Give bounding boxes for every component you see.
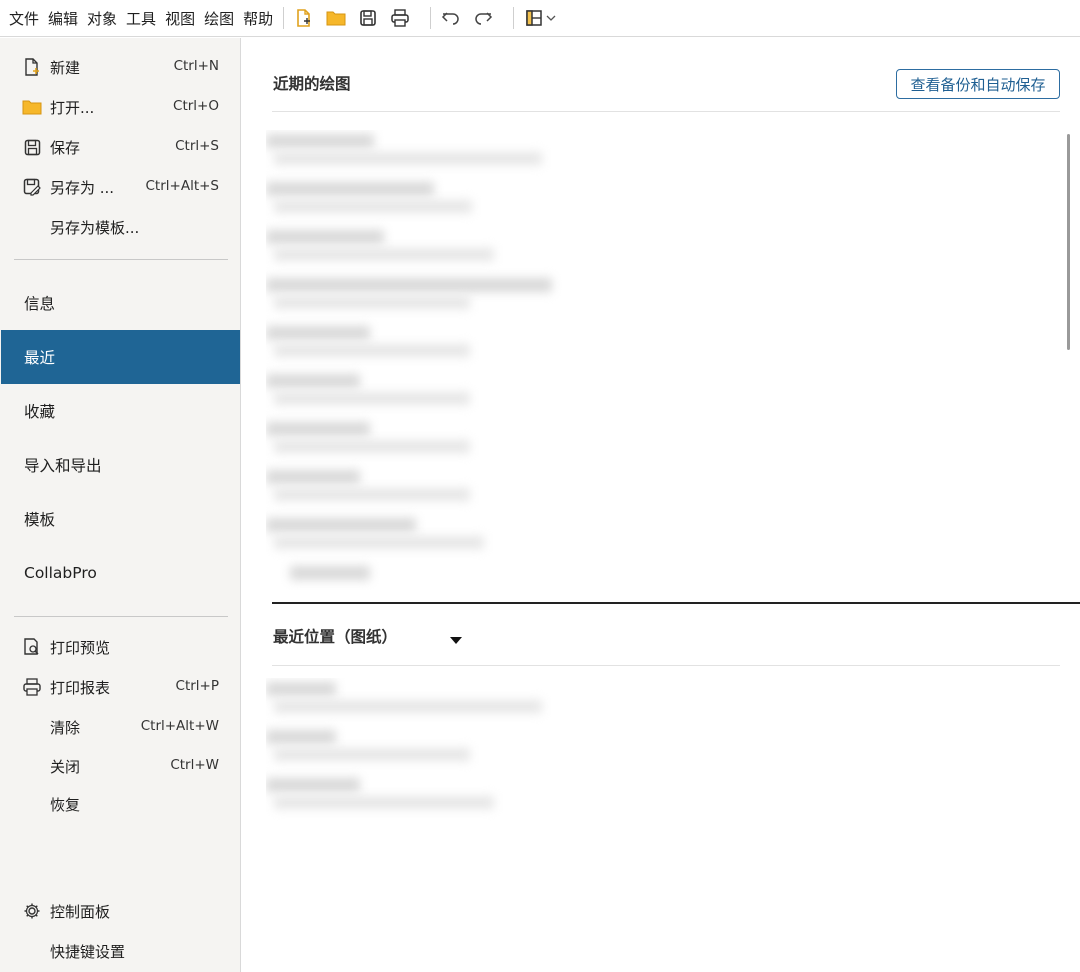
- print-preview-label: 打印预览: [50, 639, 111, 657]
- clear-shortcut: Ctrl+Alt+W: [140, 718, 219, 734]
- sidebar-divider: [14, 616, 228, 617]
- close-label: 关闭: [50, 758, 81, 776]
- open-folder-icon: [22, 97, 42, 117]
- shortcut-settings-command[interactable]: 快捷键设置: [0, 933, 240, 969]
- undo-icon[interactable]: [439, 6, 463, 30]
- nav-templates[interactable]: 模板: [1, 492, 240, 546]
- restore-label: 恢复: [50, 796, 81, 814]
- list-item[interactable]: [266, 274, 826, 322]
- save-as-command-shortcut: Ctrl+Alt+S: [145, 178, 220, 194]
- section-divider: [272, 665, 1060, 666]
- open-command-label: 打开...: [50, 99, 95, 117]
- redo-icon[interactable]: [471, 6, 495, 30]
- list-item[interactable]: [266, 418, 826, 466]
- menu-bar: 文件 编辑 对象 工具 视图 绘图 帮助: [0, 0, 1080, 37]
- close-command[interactable]: 关闭 Ctrl+W: [0, 748, 240, 784]
- print-icon: [22, 677, 42, 697]
- list-item[interactable]: [266, 562, 826, 590]
- clear-command[interactable]: 清除 Ctrl+Alt+W: [0, 709, 240, 745]
- recent-drawings-title: 近期的绘图: [273, 75, 351, 93]
- clear-label: 清除: [50, 719, 81, 737]
- panel-splitter[interactable]: [272, 602, 1080, 604]
- menu-object[interactable]: 对象: [87, 8, 117, 29]
- backstage-sidebar: 新建 Ctrl+N 打开... Ctrl+O 保存 Ctrl+S 另存为 ...…: [0, 38, 241, 972]
- menu-view[interactable]: 视图: [165, 8, 195, 29]
- save-command-label: 保存: [50, 139, 81, 157]
- new-file-icon[interactable]: [292, 6, 316, 30]
- view-backups-button[interactable]: 查看备份和自动保存: [896, 69, 1060, 99]
- chevron-down-icon[interactable]: [449, 631, 463, 644]
- save-as-icon: [22, 177, 42, 197]
- toolbar-separator: [513, 7, 515, 29]
- menu-help[interactable]: 帮助: [243, 8, 273, 29]
- recent-locations-list[interactable]: [266, 678, 826, 838]
- print-report-command[interactable]: 打印报表 Ctrl+P: [0, 669, 240, 705]
- list-item[interactable]: [266, 514, 826, 562]
- print-preview-icon: [22, 637, 42, 657]
- save-icon: [22, 137, 42, 157]
- list-item[interactable]: [266, 678, 826, 726]
- nav-recent[interactable]: 最近: [1, 330, 240, 384]
- control-panel-label: 控制面板: [50, 903, 111, 921]
- list-item[interactable]: [266, 322, 826, 370]
- open-command-shortcut: Ctrl+O: [173, 98, 219, 114]
- gear-icon: [22, 901, 42, 921]
- toolbar-separator: [430, 7, 432, 29]
- print-report-label: 打印报表: [50, 679, 111, 697]
- list-item[interactable]: [266, 774, 826, 822]
- list-item[interactable]: [266, 178, 826, 226]
- list-item[interactable]: [266, 226, 826, 274]
- nav-info[interactable]: 信息: [1, 276, 240, 330]
- control-panel-command[interactable]: 控制面板: [0, 893, 240, 929]
- print-icon[interactable]: [388, 6, 412, 30]
- new-command[interactable]: 新建 Ctrl+N: [0, 49, 240, 85]
- list-item[interactable]: [266, 466, 826, 514]
- restore-command[interactable]: 恢复: [0, 786, 240, 822]
- save-as-template-command[interactable]: 另存为模板...: [0, 209, 240, 245]
- toolbar-separator: [283, 7, 285, 29]
- new-file-icon: [22, 57, 42, 77]
- recent-panel: 近期的绘图 查看备份和自动保存 最近位置（图纸）: [242, 38, 1080, 972]
- save-command-shortcut: Ctrl+S: [175, 138, 219, 154]
- save-icon[interactable]: [356, 6, 380, 30]
- open-folder-icon[interactable]: [324, 6, 348, 30]
- nav-import-export[interactable]: 导入和导出: [1, 438, 240, 492]
- shortcut-settings-label: 快捷键设置: [50, 943, 126, 961]
- save-as-command-label: 另存为 ...: [50, 179, 115, 197]
- menu-file[interactable]: 文件: [9, 8, 39, 29]
- save-command[interactable]: 保存 Ctrl+S: [0, 129, 240, 165]
- new-command-label: 新建: [50, 59, 81, 77]
- section-divider: [272, 111, 1060, 112]
- print-preview-command[interactable]: 打印预览: [0, 629, 240, 665]
- list-item[interactable]: [266, 130, 826, 178]
- chevron-down-icon[interactable]: [546, 6, 558, 30]
- open-command[interactable]: 打开... Ctrl+O: [0, 89, 240, 125]
- close-shortcut: Ctrl+W: [170, 757, 219, 773]
- new-command-shortcut: Ctrl+N: [173, 58, 219, 74]
- print-report-shortcut: Ctrl+P: [175, 678, 219, 694]
- nav-favorites[interactable]: 收藏: [1, 384, 240, 438]
- menu-draw[interactable]: 绘图: [204, 8, 234, 29]
- menu-edit[interactable]: 编辑: [48, 8, 78, 29]
- layout-icon[interactable]: [522, 6, 546, 30]
- list-item[interactable]: [266, 726, 826, 774]
- menu-tools[interactable]: 工具: [126, 8, 156, 29]
- list-item[interactable]: [266, 370, 826, 418]
- sidebar-divider: [14, 259, 228, 260]
- save-as-command[interactable]: 另存为 ... Ctrl+Alt+S: [0, 169, 240, 205]
- save-as-template-label: 另存为模板...: [50, 219, 140, 237]
- recent-locations-title: 最近位置（图纸）: [273, 628, 398, 646]
- recent-scrollbar[interactable]: [1067, 134, 1070, 350]
- recent-drawings-list[interactable]: [266, 130, 826, 590]
- nav-collabpro[interactable]: CollabPro: [1, 546, 240, 600]
